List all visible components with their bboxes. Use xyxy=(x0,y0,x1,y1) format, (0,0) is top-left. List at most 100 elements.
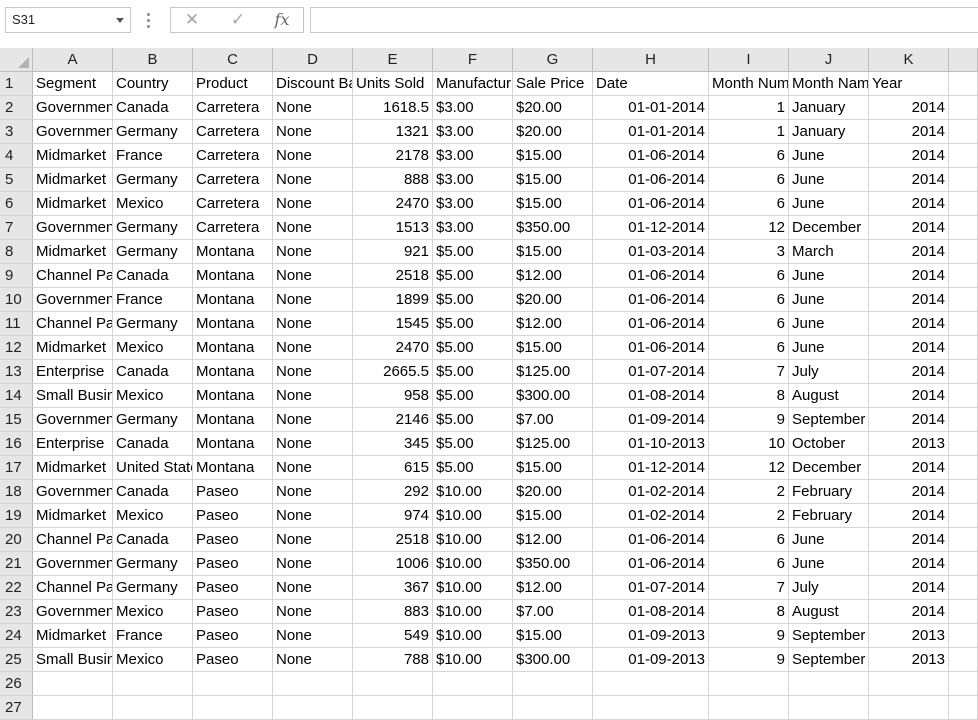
grid-cell[interactable] xyxy=(949,576,978,600)
grid-cell[interactable]: United States of America xyxy=(113,456,193,480)
grid-cell[interactable]: Midmarket xyxy=(33,456,113,480)
grid-cell[interactable]: $10.00 xyxy=(433,576,513,600)
grid-cell[interactable] xyxy=(949,264,978,288)
column-header-a[interactable]: A xyxy=(33,48,113,72)
grid-cell[interactable] xyxy=(949,432,978,456)
grid-cell[interactable]: 01-06-2014 xyxy=(593,552,709,576)
grid-cell[interactable]: Sale Price xyxy=(513,72,593,96)
grid-cell[interactable] xyxy=(949,312,978,336)
grid-cell[interactable] xyxy=(789,672,869,696)
grid-cell[interactable]: 1513 xyxy=(353,216,433,240)
grid-cell[interactable]: 2518 xyxy=(353,264,433,288)
grid-cell[interactable]: Germany xyxy=(113,552,193,576)
row-header[interactable]: 14 xyxy=(0,384,33,408)
column-header-h[interactable]: H xyxy=(593,48,709,72)
grid-cell[interactable]: Carretera xyxy=(193,120,273,144)
row-header[interactable]: 15 xyxy=(0,408,33,432)
grid-cell[interactable]: Canada xyxy=(113,360,193,384)
grid-cell[interactable]: Paseo xyxy=(193,552,273,576)
grid-cell[interactable]: $5.00 xyxy=(433,408,513,432)
grid-cell[interactable]: 01-06-2014 xyxy=(593,288,709,312)
grid-cell[interactable] xyxy=(869,672,949,696)
grid-cell[interactable]: $12.00 xyxy=(513,576,593,600)
grid-cell[interactable]: Germany xyxy=(113,240,193,264)
grid-cell[interactable]: January xyxy=(789,120,869,144)
grid-cell[interactable]: Date xyxy=(593,72,709,96)
row-header[interactable]: 17 xyxy=(0,456,33,480)
grid-cell[interactable]: None xyxy=(273,144,353,168)
grid-cell[interactable]: 01-03-2014 xyxy=(593,240,709,264)
grid-cell[interactable] xyxy=(949,528,978,552)
grid-cell[interactable]: None xyxy=(273,600,353,624)
grid-cell[interactable]: Germany xyxy=(113,576,193,600)
grid-cell[interactable] xyxy=(273,696,353,720)
grid-cell[interactable]: 2 xyxy=(709,480,789,504)
grid-cell[interactable] xyxy=(949,648,978,672)
grid-cell[interactable]: Montana xyxy=(193,312,273,336)
grid-cell[interactable]: 2014 xyxy=(869,408,949,432)
grid-cell[interactable]: None xyxy=(273,408,353,432)
grid-cell[interactable]: $20.00 xyxy=(513,96,593,120)
grid-cell[interactable]: Paseo xyxy=(193,600,273,624)
grid-cell[interactable]: $15.00 xyxy=(513,624,593,648)
grid-cell[interactable]: 01-06-2014 xyxy=(593,528,709,552)
grid-cell[interactable]: 01-12-2014 xyxy=(593,216,709,240)
grid-cell[interactable]: 7 xyxy=(709,576,789,600)
grid-cell[interactable]: Mexico xyxy=(113,504,193,528)
grid-cell[interactable]: None xyxy=(273,288,353,312)
grid-cell[interactable]: July xyxy=(789,576,869,600)
grid-cell[interactable]: 2014 xyxy=(869,552,949,576)
grid-cell[interactable]: 01-01-2014 xyxy=(593,120,709,144)
grid-cell[interactable]: Government xyxy=(33,480,113,504)
grid-cell[interactable]: Channel Partners xyxy=(33,312,113,336)
grid-cell[interactable]: 2518 xyxy=(353,528,433,552)
grid-cell[interactable]: 2014 xyxy=(869,336,949,360)
row-header[interactable]: 22 xyxy=(0,576,33,600)
grid-cell[interactable]: None xyxy=(273,192,353,216)
grid-cell[interactable]: February xyxy=(789,504,869,528)
grid-cell[interactable]: January xyxy=(789,96,869,120)
column-header-c[interactable]: C xyxy=(193,48,273,72)
grid-cell[interactable]: 10 xyxy=(709,432,789,456)
grid-cell[interactable]: None xyxy=(273,336,353,360)
grid-cell[interactable]: France xyxy=(113,144,193,168)
grid-cell[interactable]: 2014 xyxy=(869,144,949,168)
grid-cell[interactable] xyxy=(949,600,978,624)
column-header-e[interactable]: E xyxy=(353,48,433,72)
grid-cell[interactable]: 01-02-2014 xyxy=(593,504,709,528)
enter-icon[interactable]: ✓ xyxy=(223,8,253,32)
row-header[interactable]: 23 xyxy=(0,600,33,624)
grid-cell[interactable]: $15.00 xyxy=(513,192,593,216)
grid-cell[interactable] xyxy=(869,696,949,720)
grid-cell[interactable]: 2178 xyxy=(353,144,433,168)
grid-cell[interactable]: $3.00 xyxy=(433,216,513,240)
row-header[interactable]: 16 xyxy=(0,432,33,456)
grid-cell[interactable]: Midmarket xyxy=(33,624,113,648)
grid-cell[interactable]: None xyxy=(273,264,353,288)
grid-cell[interactable]: Channel Partners xyxy=(33,576,113,600)
grid-cell[interactable]: None xyxy=(273,552,353,576)
grid-cell[interactable]: 01-06-2014 xyxy=(593,336,709,360)
grid-cell[interactable]: 6 xyxy=(709,528,789,552)
grid-cell[interactable] xyxy=(949,288,978,312)
grid-cell[interactable]: 292 xyxy=(353,480,433,504)
grid-cell[interactable]: Manufacturing Price xyxy=(433,72,513,96)
grid-cell[interactable]: 8 xyxy=(709,384,789,408)
grid-cell[interactable] xyxy=(949,408,978,432)
drag-handle-icon[interactable] xyxy=(147,13,150,29)
grid-cell[interactable]: Enterprise xyxy=(33,360,113,384)
grid-cell[interactable]: $5.00 xyxy=(433,384,513,408)
grid-cell[interactable]: Canada xyxy=(113,432,193,456)
column-header-k[interactable]: K xyxy=(869,48,949,72)
grid-cell[interactable] xyxy=(273,672,353,696)
grid-cell[interactable]: 01-09-2013 xyxy=(593,648,709,672)
grid-cell[interactable]: July xyxy=(789,360,869,384)
grid-cell[interactable]: Month Name xyxy=(789,72,869,96)
grid-cell[interactable] xyxy=(353,672,433,696)
grid-cell[interactable]: $125.00 xyxy=(513,360,593,384)
row-header[interactable]: 11 xyxy=(0,312,33,336)
grid-cell[interactable]: $15.00 xyxy=(513,240,593,264)
grid-cell[interactable]: 2665.5 xyxy=(353,360,433,384)
grid-cell[interactable] xyxy=(949,120,978,144)
grid-cell[interactable] xyxy=(949,144,978,168)
